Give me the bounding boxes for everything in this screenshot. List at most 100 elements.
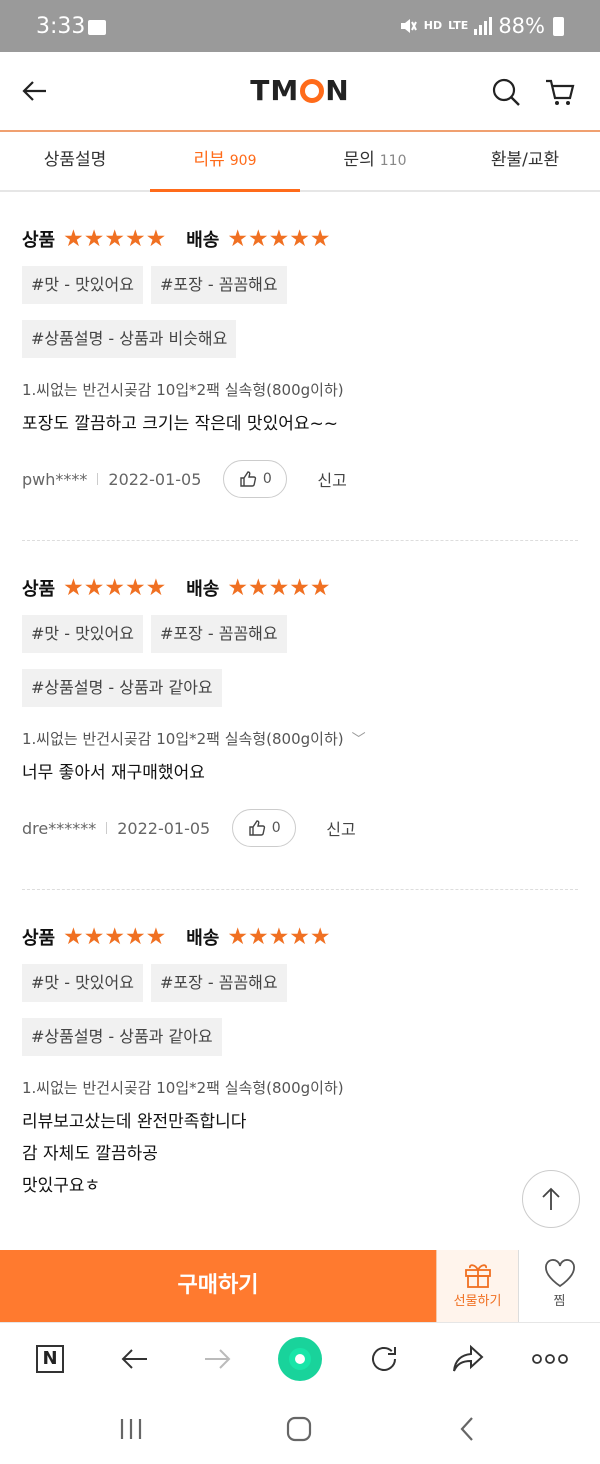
like-button[interactable]: 0 [223, 460, 288, 498]
review-content: 포장도 깔끔하고 크기는 작은데 맛있어요~~ [22, 414, 338, 434]
search-icon[interactable] [490, 76, 522, 108]
browser-back-button[interactable] [116, 1341, 152, 1377]
purchased-option: 1.씨없는 반건시곶감 10입*2팩 실속형(800g이하) [22, 381, 344, 399]
chevron-left-icon [460, 1417, 473, 1441]
delivery-rating-label: 배송 [186, 230, 220, 251]
browser-forward-button[interactable] [200, 1341, 236, 1377]
product-stars: ★★★★★ [63, 924, 167, 950]
product-stars: ★★★★★ [63, 226, 167, 252]
status-bar: 3:33 HD LTE 88% [0, 0, 600, 52]
review-user: dre****** [22, 818, 97, 838]
delivery-rating-label: 배송 [186, 928, 220, 949]
rating-row: 상품 ★★★★★ 배송 ★★★★★ [22, 922, 578, 952]
product-rating-label: 상품 [22, 230, 56, 251]
report-link[interactable]: 신고 [326, 816, 355, 840]
arrow-up-icon [542, 1187, 560, 1210]
signal-icon [474, 17, 493, 35]
like-count: 0 [262, 471, 272, 487]
system-back-button[interactable] [450, 1412, 484, 1446]
review-date: 2022-01-05 [108, 469, 202, 489]
review-line: 감 자체도 깔끔하공 [22, 1144, 158, 1164]
review-item: 상품 ★★★★★ 배송 ★★★★★ #맛 - 맛있어요 #포장 - 꼼꼼해요 #… [0, 922, 600, 1202]
review-tag: #포장 - 꼼꼼해요 [150, 266, 287, 304]
lte-label: LTE [448, 19, 469, 32]
product-stars: ★★★★★ [63, 575, 167, 601]
cart-icon[interactable] [544, 76, 576, 108]
refresh-icon [372, 1346, 396, 1371]
review-meta: pwh**** 2022-01-05 0 신고 [22, 460, 578, 498]
purchased-option: 1.씨없는 반건시곶감 10입*2팩 실속형(800g이하) [22, 1079, 344, 1097]
tab-refund[interactable]: 환불/교환 [450, 134, 600, 190]
review-divider [22, 889, 578, 890]
hd-label: HD [423, 19, 443, 32]
more-button[interactable] [532, 1341, 568, 1377]
chevron-down-icon[interactable]: ﹀ [352, 732, 366, 748]
review-tag: #상품설명 - 상품과 같아요 [22, 669, 222, 707]
purchased-option[interactable]: 1.씨없는 반건시곶감 10입*2팩 실속형(800g이하) ﹀ [22, 727, 578, 751]
tab-description[interactable]: 상품설명 [0, 134, 150, 190]
home-button[interactable] [282, 1412, 316, 1446]
wishlist-label: 찜 [553, 1294, 566, 1309]
naver-home-button[interactable]: N [32, 1341, 68, 1377]
logo-o-mark [300, 79, 325, 103]
back-arrow-icon [121, 1349, 147, 1369]
more-dots-icon [532, 1354, 568, 1364]
review-tag: #상품설명 - 상품과 같아요 [22, 1018, 222, 1056]
meta-separator [106, 822, 108, 834]
review-tag: #포장 - 꼼꼼해요 [150, 615, 287, 653]
like-count: 0 [271, 820, 281, 836]
report-link[interactable]: 신고 [317, 467, 346, 491]
buy-button[interactable]: 구매하기 [0, 1250, 436, 1322]
review-item: 상품 ★★★★★ 배송 ★★★★★ #맛 - 맛있어요 #포장 - 꼼꼼해요 #… [0, 573, 600, 847]
thumbs-up-icon [249, 820, 265, 836]
mute-icon [400, 19, 417, 33]
scroll-top-button[interactable] [522, 1170, 580, 1228]
green-dot-button[interactable] [278, 1337, 322, 1381]
n-icon: N [36, 1345, 64, 1373]
tab-reviews[interactable]: 리뷰 909 [150, 134, 300, 192]
image-notification-icon [88, 20, 106, 35]
review-tag: #맛 - 맛있어요 [22, 615, 143, 653]
gift-icon [464, 1264, 491, 1288]
share-button[interactable] [450, 1341, 486, 1377]
review-divider [22, 540, 578, 541]
review-content: 너무 좋아서 재구매했어요 [22, 763, 205, 783]
purchase-bar: 구매하기 선물하기 찜 [0, 1250, 600, 1322]
review-line: 리뷰보고샀는데 완전만족합니다 [22, 1112, 247, 1132]
product-tabs: 상품설명 리뷰 909 문의 110 환불/교환 [0, 134, 600, 192]
recent-apps-button[interactable] [114, 1412, 148, 1446]
system-navigation [0, 1394, 600, 1464]
wishlist-button[interactable]: 찜 [518, 1250, 600, 1322]
meta-separator [97, 473, 99, 485]
battery-percent: 88% [498, 14, 545, 38]
review-count: 909 [229, 153, 257, 169]
review-user: pwh**** [22, 469, 88, 489]
review-tag: #상품설명 - 상품과 비슷해요 [22, 320, 237, 358]
review-meta: dre****** 2022-01-05 0 신고 [22, 809, 578, 847]
green-dot-icon [278, 1337, 322, 1381]
review-tag: #맛 - 맛있어요 [22, 266, 143, 304]
review-tags: #맛 - 맛있어요 #포장 - 꼼꼼해요 #상품설명 - 상품과 같아요 [22, 615, 482, 707]
review-tag: #포장 - 꼼꼼해요 [150, 964, 287, 1002]
home-icon [286, 1416, 312, 1442]
recent-apps-icon [120, 1419, 142, 1439]
review-item: 상품 ★★★★★ 배송 ★★★★★ #맛 - 맛있어요 #포장 - 꼼꼼해요 #… [0, 224, 600, 498]
status-right: HD LTE 88% [398, 14, 564, 38]
review-list: 상품 ★★★★★ 배송 ★★★★★ #맛 - 맛있어요 #포장 - 꼼꼼해요 #… [0, 192, 600, 1202]
browser-toolbar: N [0, 1322, 600, 1394]
share-arrow-icon [453, 1344, 484, 1372]
refresh-button[interactable] [366, 1341, 402, 1377]
delivery-stars: ★★★★★ [227, 924, 331, 950]
product-rating-label: 상품 [22, 928, 56, 949]
review-line: 맛있구요ㅎ [22, 1176, 101, 1196]
rating-row: 상품 ★★★★★ 배송 ★★★★★ [22, 224, 578, 254]
forward-arrow-icon [205, 1349, 231, 1369]
heart-icon [544, 1259, 575, 1288]
gift-button[interactable]: 선물하기 [436, 1250, 518, 1322]
tab-qna[interactable]: 문의 110 [300, 134, 450, 190]
gift-label: 선물하기 [453, 1294, 502, 1309]
delivery-rating-label: 배송 [186, 579, 220, 600]
rating-row: 상품 ★★★★★ 배송 ★★★★★ [22, 573, 578, 603]
delivery-stars: ★★★★★ [227, 575, 331, 601]
like-button[interactable]: 0 [232, 809, 297, 847]
